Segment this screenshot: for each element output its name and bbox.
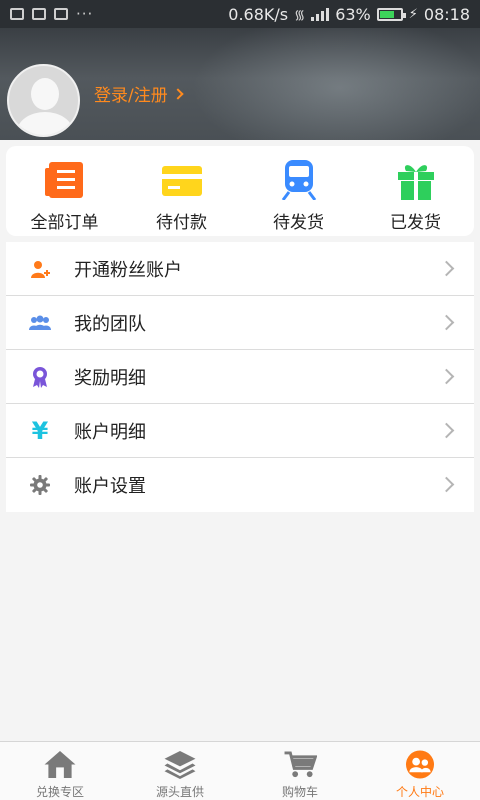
gift-icon [397,165,434,200]
card-icon [161,166,202,196]
tab-exchange-zone[interactable]: 兑换专区 [0,742,120,800]
wifi-icon: ᯾ [294,8,306,23]
menu-item-label: 我的团队 [74,313,146,335]
order-pending-shipment-button[interactable]: 待发货 [240,146,357,236]
more-notifications: ··· [76,5,94,23]
network-speed: 0.68K/s [228,4,289,24]
app-notification-icon [54,8,68,20]
tab-direct-supply[interactable]: 源头直供 [120,742,240,800]
avatar[interactable] [7,64,80,137]
menu-list: 开通粉丝账户 我的团队 奖励明细 ¥ 账户明细 账户设置 [6,242,474,512]
order-shipped-label: 已发货 [390,213,441,233]
tab-label: 个人中心 [395,785,444,799]
team-icon [29,315,51,330]
charging-icon: ⚡ [408,6,418,22]
clock: 08:18 [423,4,470,24]
tab-user-center[interactable]: 个人中心 [360,742,480,800]
menu-item-account-details[interactable]: ¥ 账户明细 [6,404,474,458]
order-all-label: 全部订单 [30,213,99,233]
order-shipped-button[interactable]: 已发货 [357,146,474,236]
menu-item-reward-details[interactable]: 奖励明细 [6,350,474,404]
gear-icon [30,475,50,495]
order-pending-shipment-label: 待发货 [273,213,324,233]
chevron-right-icon [438,260,455,277]
battery-icon [376,7,406,21]
order-pending-payment-button[interactable]: 待付款 [123,146,240,236]
cart-icon [284,751,317,778]
order-shortcuts: 全部订单 待付款 待发货 已发货 [6,146,474,236]
battery-percent: 63% [335,4,371,24]
menu-item-account-settings[interactable]: 账户设置 [6,458,474,512]
status-bar: ··· 0.68K/s ᯾ 63% ⚡ 08:18 [0,0,480,28]
add-person-icon [31,260,50,278]
menu-item-label: 奖励明细 [74,367,146,389]
award-icon [33,366,47,388]
yen-icon: ¥ [31,416,49,445]
menu-item-label: 账户明细 [74,421,146,443]
order-pending-payment-label: 待付款 [156,213,207,233]
tab-label: 源头直供 [155,785,204,799]
train-icon [281,160,316,200]
layers-icon [164,750,196,779]
order-all-button[interactable]: 全部订单 [6,146,123,236]
menu-item-open-fan-account[interactable]: 开通粉丝账户 [6,242,474,296]
user-center-icon [405,750,435,779]
menu-item-my-team[interactable]: 我的团队 [6,296,474,350]
bottom-tab-bar: 兑换专区 源头直供 购物车 个人中心 [0,741,480,800]
home-icon [44,750,76,779]
menu-item-label: 开通粉丝账户 [74,259,182,281]
chevron-right-icon [438,368,455,385]
image-notification-icon [32,8,46,20]
profile-header: 登录/注册 [0,28,480,140]
menu-item-label: 账户设置 [74,476,146,497]
list-doc-icon [44,162,83,198]
chevron-right-icon [172,87,184,100]
chevron-right-icon [438,422,455,439]
tab-label: 购物车 [281,785,318,799]
tab-cart[interactable]: 购物车 [240,742,360,800]
notification-icon [10,8,24,20]
tab-label: 兑换专区 [35,785,84,799]
chevron-right-icon [438,476,455,493]
login-register-link[interactable]: 登录/注册 [94,81,184,106]
signal-icon [311,7,330,21]
chevron-right-icon [438,314,455,331]
login-register-label: 登录/注册 [94,86,168,106]
